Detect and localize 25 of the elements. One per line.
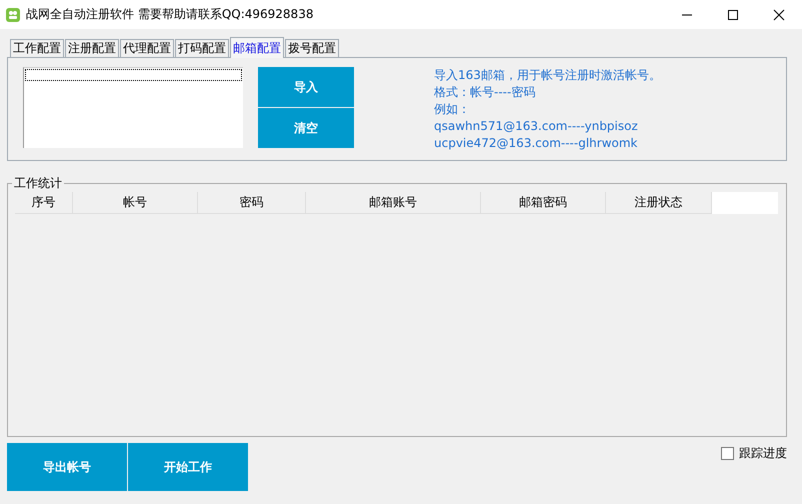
maximize-icon[interactable] xyxy=(727,8,739,20)
tab[interactable]: 邮箱配置 xyxy=(230,37,284,58)
checkbox[interactable] xyxy=(721,447,734,460)
tab[interactable]: 注册配置 xyxy=(65,39,119,57)
group-title: 工作统计 xyxy=(13,175,63,192)
checkbox-label[interactable]: 跟踪进度 xyxy=(739,445,787,462)
column-header[interactable]: 邮箱密码 xyxy=(481,192,606,214)
app-icon xyxy=(6,8,20,22)
hint-text: 例如： xyxy=(434,101,471,118)
tab[interactable]: 工作配置 xyxy=(10,39,64,57)
column-header[interactable]: 注册状态 xyxy=(606,192,712,214)
close-icon[interactable] xyxy=(773,8,785,20)
hint-text: 格式：帐号----密码 xyxy=(434,84,536,101)
column-header[interactable]: 帐号 xyxy=(73,192,198,214)
tab[interactable]: 代理配置 xyxy=(120,39,174,57)
tab[interactable]: 打码配置 xyxy=(175,39,229,57)
column-header[interactable]: 序号 xyxy=(15,192,73,214)
hint-text: ucpvie472@163.com----glhrwomk xyxy=(434,135,638,152)
email-list-field[interactable] xyxy=(23,67,243,148)
column-header[interactable]: 密码 xyxy=(198,192,306,214)
column-header[interactable]: 邮箱账号 xyxy=(306,192,481,214)
hint-text: 导入163邮箱，用于帐号注册时激活帐号。 xyxy=(434,67,661,84)
tab[interactable]: 拨号配置 xyxy=(285,39,339,57)
window-title: 战网全自动注册软件 需要帮助请联系QQ:496928838 xyxy=(26,6,314,23)
hint-text: qsawhn571@163.com----ynbpisoz xyxy=(434,118,639,135)
